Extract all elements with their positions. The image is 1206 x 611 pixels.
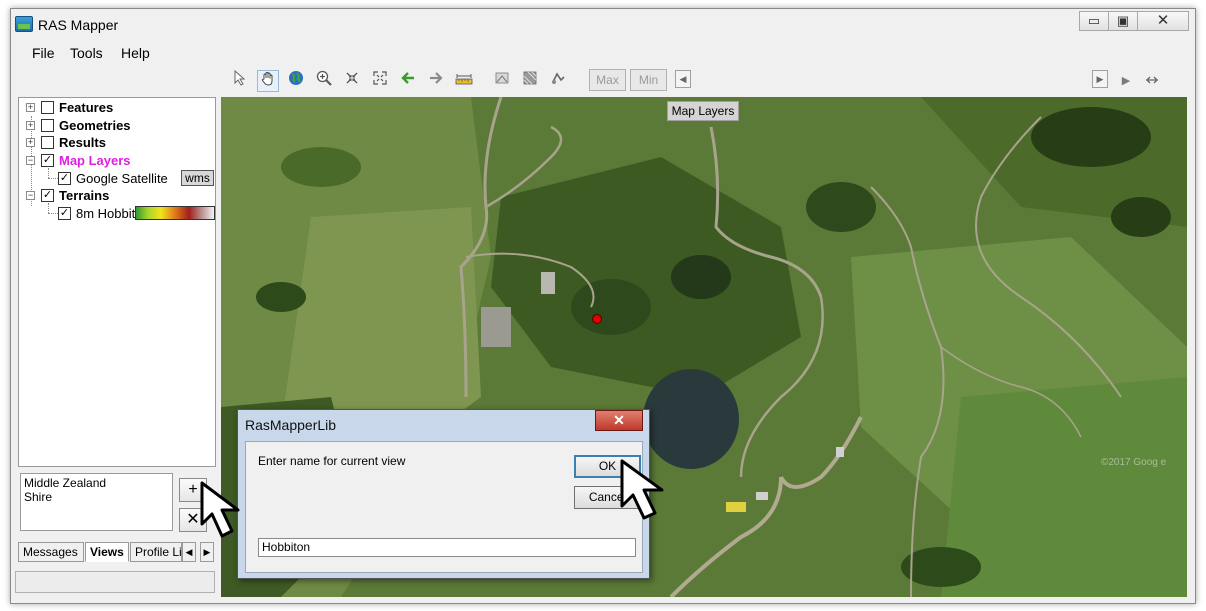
tab-profile-lines[interactable]: Profile Lir: [130, 542, 182, 562]
map-watermark: ©2017 Goog e: [1101, 457, 1167, 468]
layer-row-google-satellite[interactable]: ✓ Google Satellite: [58, 170, 178, 187]
menu-tools[interactable]: Tools: [70, 45, 103, 61]
menu-file[interactable]: File: [32, 45, 55, 61]
dialog-prompt: Enter name for current view: [258, 454, 406, 468]
min-button[interactable]: Min: [630, 69, 667, 91]
tab-messages[interactable]: Messages: [18, 542, 84, 562]
collapse-icon[interactable]: −: [26, 156, 35, 165]
timeline-left-icon[interactable]: ◀: [675, 70, 691, 88]
layer-label: Google Satellite: [76, 171, 168, 186]
full-extent-icon[interactable]: [369, 70, 391, 92]
status-bar: [15, 571, 215, 593]
dialog-title: RasMapperLib: [245, 417, 337, 433]
layer-row-terrains[interactable]: − ✓ Terrains: [23, 187, 213, 204]
map-layers-label: Map Layers: [667, 101, 739, 121]
results-checkbox[interactable]: [41, 136, 54, 149]
pointer-cursor-icon: [200, 481, 240, 538]
close-button[interactable]: ✕: [1137, 11, 1189, 31]
expand-icon[interactable]: +: [26, 121, 35, 130]
view-name-input[interactable]: Hobbiton: [258, 538, 636, 557]
expand-icon[interactable]: +: [26, 138, 35, 147]
globe-icon[interactable]: [285, 70, 307, 92]
terrain-8m-checkbox[interactable]: ✓: [58, 207, 71, 220]
window-title: RAS Mapper: [38, 17, 119, 33]
maximize-button[interactable]: ▣: [1108, 11, 1138, 31]
layer-row-geometries[interactable]: + Geometries: [23, 117, 213, 134]
layer-row-map-layers[interactable]: − ✓ Map Layers: [23, 152, 213, 169]
raster-tool-icon[interactable]: [519, 70, 541, 92]
zoom-extents-icon[interactable]: [341, 70, 363, 92]
layer-label: Geometries: [59, 118, 131, 133]
layer-label: 8m Hobbit: [76, 206, 136, 221]
app-icon: [15, 16, 33, 32]
tree-connector: [48, 168, 49, 178]
tree-connector: [48, 203, 49, 213]
map-layers-checkbox[interactable]: ✓: [41, 154, 54, 167]
layer-tree: + Features + Geometries + Results − ✓ Ma…: [18, 97, 216, 467]
layer-row-results[interactable]: + Results: [23, 134, 213, 151]
back-arrow-icon[interactable]: [397, 70, 419, 92]
views-list[interactable]: Middle Zealand Shire: [20, 473, 173, 531]
google-satellite-checkbox[interactable]: ✓: [58, 172, 71, 185]
layer-label: Terrains: [59, 188, 110, 203]
tab-views[interactable]: Views: [85, 542, 129, 562]
dialog-close-button[interactable]: ✕: [595, 410, 643, 431]
forward-arrow-icon[interactable]: [425, 70, 447, 92]
tab-scroll-left-icon[interactable]: ◀: [182, 542, 196, 562]
layer-label: Features: [59, 100, 114, 115]
geometries-checkbox[interactable]: [41, 119, 54, 132]
layer-label: Map Layers: [59, 153, 131, 168]
terrain-legend-bar: [135, 206, 215, 220]
expand-icon[interactable]: +: [26, 103, 35, 112]
view-item[interactable]: Middle Zealand: [24, 476, 169, 490]
title-bar: RAS Mapper ▭ ▣ ✕: [11, 9, 1195, 39]
max-button[interactable]: Max: [589, 69, 626, 91]
pointer-cursor-icon: [620, 459, 664, 520]
terrains-checkbox[interactable]: ✓: [41, 189, 54, 202]
measure-icon[interactable]: [453, 70, 475, 92]
pan-hand-icon[interactable]: [257, 70, 279, 92]
menu-help[interactable]: Help: [121, 45, 150, 61]
timeline-right-icon[interactable]: ▶: [1092, 70, 1108, 88]
profile-tool-icon[interactable]: [547, 70, 569, 92]
features-checkbox[interactable]: [41, 101, 54, 114]
layer-row-features[interactable]: + Features: [23, 99, 213, 116]
layer-row-terrain-8m[interactable]: ✓ 8m Hobbit: [58, 205, 136, 222]
pointer-icon[interactable]: [229, 69, 251, 92]
zoom-in-icon[interactable]: [313, 70, 335, 92]
view-item[interactable]: Shire: [24, 490, 169, 504]
wms-badge[interactable]: wms: [181, 170, 214, 186]
collapse-icon[interactable]: −: [26, 191, 35, 200]
name-view-dialog: RasMapperLib ✕ Enter name for current vi…: [237, 409, 650, 579]
minimize-button[interactable]: ▭: [1079, 11, 1109, 31]
dialog-body: Enter name for current view OK Cancel Ho…: [245, 441, 643, 573]
animation-settings-icon[interactable]: [1141, 70, 1163, 92]
play-icon[interactable]: ▶: [1115, 70, 1137, 92]
layer-tool-icon[interactable]: [491, 70, 513, 92]
layer-label: Results: [59, 135, 106, 150]
